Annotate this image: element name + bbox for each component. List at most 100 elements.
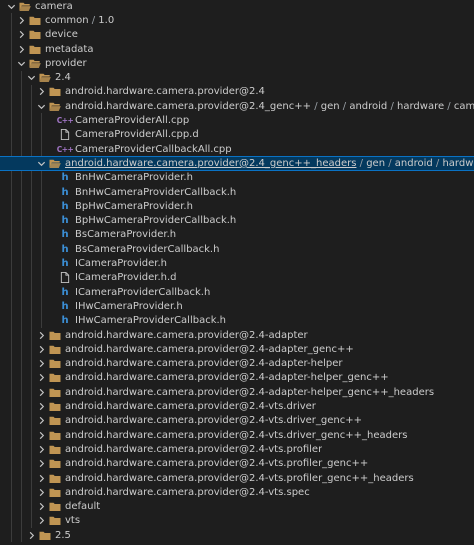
chevron-right-icon[interactable] bbox=[34, 85, 48, 99]
folder-icon bbox=[48, 357, 62, 371]
folder-row-android-hardware-camera-provider-2-4-vts-profiler-genc-headers[interactable]: android.hardware.camera.provider@2.4-vts… bbox=[0, 471, 474, 485]
folder-row-common-1-0[interactable]: common / 1.0 bbox=[0, 13, 474, 27]
chevron-right-icon[interactable] bbox=[34, 385, 48, 399]
folder-row-android-hardware-camera-provider-2-4-adapter-helper-genc[interactable]: android.hardware.camera.provider@2.4-ada… bbox=[0, 371, 474, 385]
file-row-cameraproviderall-cpp[interactable]: C++ CameraProviderAll.cpp bbox=[0, 113, 474, 127]
folder-open-icon bbox=[28, 56, 42, 70]
chevron-right-icon[interactable] bbox=[34, 428, 48, 442]
tree-item-label: default bbox=[65, 501, 101, 513]
header-file-icon: h bbox=[61, 186, 69, 198]
file-row-bnhwcameraprovider-h[interactable]: h BnHwCameraProvider.h bbox=[0, 171, 474, 185]
tree-item-label: ICameraProviderCallback.h bbox=[75, 286, 211, 298]
folder-icon bbox=[48, 371, 62, 385]
file-row-bscameraprovider-h[interactable]: h BsCameraProvider.h bbox=[0, 228, 474, 242]
tree-item-label: CameraProviderAll.cpp.d bbox=[75, 129, 199, 141]
tree-item-label: common / 1.0 bbox=[45, 14, 115, 26]
file-row-bphwcameraprovidercallback-h[interactable]: h BpHwCameraProviderCallback.h bbox=[0, 214, 474, 228]
tree-item-label: android.hardware.camera.provider@2.4-vts… bbox=[65, 458, 369, 470]
folder-row-android-hardware-camera-provider-2-4-genc-headers-gen-android-hardware-camera-provider-2-4[interactable]: android.hardware.camera.provider@2.4_gen… bbox=[0, 156, 474, 171]
chevron-right-icon[interactable] bbox=[34, 471, 48, 485]
folder-row-android-hardware-camera-provider-2-4-adapter-helper[interactable]: android.hardware.camera.provider@2.4-ada… bbox=[0, 357, 474, 371]
folder-row-provider[interactable]: provider bbox=[0, 56, 474, 70]
folder-row-android-hardware-camera-provider-2-4-vts-driver[interactable]: android.hardware.camera.provider@2.4-vts… bbox=[0, 399, 474, 413]
chevron-right-icon[interactable] bbox=[34, 328, 48, 342]
folder-row-camera[interactable]: camera bbox=[0, 0, 474, 13]
file-row-bscameraprovidercallback-h[interactable]: h BsCameraProviderCallback.h bbox=[0, 242, 474, 256]
tree-item-label: CameraProviderCallbackAll.cpp bbox=[75, 143, 232, 155]
folder-row-android-hardware-camera-provider-2-4-adapter-helper-genc-headers[interactable]: android.hardware.camera.provider@2.4-ada… bbox=[0, 385, 474, 399]
tree-item-label: BnHwCameraProviderCallback.h bbox=[75, 186, 237, 198]
folder-row-metadata[interactable]: metadata bbox=[0, 42, 474, 56]
tree-item-label: android.hardware.camera.provider@2.4-vts… bbox=[65, 486, 310, 498]
folder-icon bbox=[48, 342, 62, 356]
chevron-right-icon[interactable] bbox=[34, 357, 48, 371]
folder-row-android-hardware-camera-provider-2-4-vts-profiler[interactable]: android.hardware.camera.provider@2.4-vts… bbox=[0, 442, 474, 456]
chevron-right-icon[interactable] bbox=[34, 514, 48, 528]
file-row-icameraprovidercallback-h[interactable]: h ICameraProviderCallback.h bbox=[0, 285, 474, 299]
file-row-icameraprovider-h-d[interactable]: ICameraProvider.h.d bbox=[0, 271, 474, 285]
chevron-down-icon[interactable] bbox=[4, 0, 18, 13]
folder-row-android-hardware-camera-provider-2-4-vts-profiler-genc[interactable]: android.hardware.camera.provider@2.4-vts… bbox=[0, 457, 474, 471]
chevron-right-icon[interactable] bbox=[14, 42, 28, 56]
folder-row-android-hardware-camera-provider-2-4[interactable]: android.hardware.camera.provider@2.4 bbox=[0, 85, 474, 99]
chevron-right-icon[interactable] bbox=[34, 414, 48, 428]
folder-row-android-hardware-camera-provider-2-4-adapter[interactable]: android.hardware.camera.provider@2.4-ada… bbox=[0, 328, 474, 342]
header-file-icon: h bbox=[61, 315, 69, 327]
folder-icon bbox=[48, 328, 62, 342]
file-row-icameraprovider-h[interactable]: h ICameraProvider.h bbox=[0, 256, 474, 270]
folder-open-icon bbox=[18, 0, 32, 13]
folder-icon bbox=[48, 485, 62, 499]
tree-item-label: IHwCameraProvider.h bbox=[75, 300, 183, 312]
chevron-right-icon[interactable] bbox=[34, 485, 48, 499]
chevron-down-icon[interactable] bbox=[24, 71, 38, 85]
folder-row-android-hardware-camera-provider-2-4-vts-spec[interactable]: android.hardware.camera.provider@2.4-vts… bbox=[0, 485, 474, 499]
file-row-cameraprovidercallbackall-cpp[interactable]: C++ CameraProviderCallbackAll.cpp bbox=[0, 142, 474, 156]
folder-row-android-hardware-camera-provider-2-4-vts-driver-genc-headers[interactable]: android.hardware.camera.provider@2.4-vts… bbox=[0, 428, 474, 442]
tree-item-label: ICameraProvider.h.d bbox=[75, 272, 177, 284]
chevron-right-icon[interactable] bbox=[34, 457, 48, 471]
chevron-right-icon[interactable] bbox=[14, 13, 28, 27]
header-file-icon: h bbox=[61, 172, 69, 184]
chevron-down-icon[interactable] bbox=[34, 156, 48, 170]
chevron-right-icon[interactable] bbox=[24, 528, 38, 542]
folder-row-vts[interactable]: vts bbox=[0, 514, 474, 528]
tree-item-label: camera bbox=[35, 0, 73, 12]
file-row-bphwcameraprovider-h[interactable]: h BpHwCameraProvider.h bbox=[0, 199, 474, 213]
folder-icon bbox=[48, 85, 62, 99]
file-row-ihwcameraprovider-h[interactable]: h IHwCameraProvider.h bbox=[0, 299, 474, 313]
file-row-ihwcameraprovidercallback-h[interactable]: h IHwCameraProviderCallback.h bbox=[0, 314, 474, 328]
folder-row-default[interactable]: default bbox=[0, 500, 474, 514]
chevron-down-icon[interactable] bbox=[14, 56, 28, 70]
tree-item-label: provider bbox=[45, 57, 87, 69]
chevron-right-icon[interactable] bbox=[34, 400, 48, 414]
file-icon bbox=[58, 128, 72, 142]
tree-item-label: android.hardware.camera.provider@2.4-ada… bbox=[65, 343, 354, 355]
header-file-icon: h bbox=[61, 300, 69, 312]
file-row-bnhwcameraprovidercallback-h[interactable]: h BnHwCameraProviderCallback.h bbox=[0, 185, 474, 199]
chevron-down-icon[interactable] bbox=[34, 99, 48, 113]
folder-row-device[interactable]: device bbox=[0, 28, 474, 42]
chevron-right-icon[interactable] bbox=[34, 342, 48, 356]
folder-row-android-hardware-camera-provider-2-4-vts-driver-genc[interactable]: android.hardware.camera.provider@2.4-vts… bbox=[0, 414, 474, 428]
header-file-icon: h bbox=[61, 243, 69, 255]
folder-icon bbox=[48, 471, 62, 485]
file-row-cameraproviderall-cpp-d[interactable]: CameraProviderAll.cpp.d bbox=[0, 128, 474, 142]
folder-row-2-4[interactable]: 2.4 bbox=[0, 71, 474, 85]
folder-row-2-5[interactable]: 2.5 bbox=[0, 528, 474, 542]
tree-item-label: device bbox=[45, 29, 78, 41]
chevron-right-icon[interactable] bbox=[34, 442, 48, 456]
tree-item-label: android.hardware.camera.provider@2.4-vts… bbox=[65, 443, 323, 455]
folder-row-android-hardware-camera-provider-2-4-genc-gen-android-hardware-camera-provider-2-4[interactable]: android.hardware.camera.provider@2.4_gen… bbox=[0, 99, 474, 113]
chevron-right-icon[interactable] bbox=[34, 371, 48, 385]
chevron-right-icon[interactable] bbox=[14, 28, 28, 42]
chevron-right-icon[interactable] bbox=[34, 500, 48, 514]
tree-item-label: android.hardware.camera.provider@2.4-vts… bbox=[65, 429, 408, 441]
folder-row-android-hardware-camera-provider-2-4-adapter-genc[interactable]: android.hardware.camera.provider@2.4-ada… bbox=[0, 342, 474, 356]
folder-icon bbox=[48, 442, 62, 456]
